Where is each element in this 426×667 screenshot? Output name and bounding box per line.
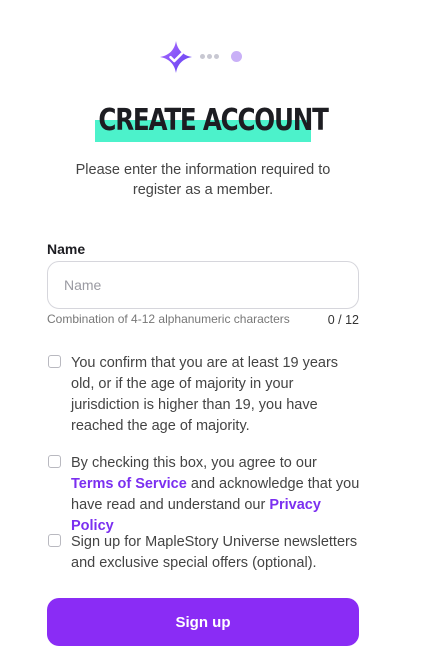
newsletter-consent-checkbox[interactable] <box>48 534 61 547</box>
terms-consent-text: By checking this box, you agree to our T… <box>71 453 361 537</box>
age-consent-row: You confirm that you are at least 19 yea… <box>47 353 359 437</box>
terms-of-service-link[interactable]: Terms of Service <box>71 476 187 492</box>
sign-up-button[interactable]: Sign up <box>47 598 359 646</box>
terms-text-pre: By checking this box, you agree to our <box>71 455 317 471</box>
name-char-counter: 0 / 12 <box>327 313 359 327</box>
terms-consent-checkbox[interactable] <box>48 455 61 468</box>
step-connector-dots <box>200 54 220 60</box>
age-consent-text: You confirm that you are at least 19 yea… <box>71 355 339 434</box>
newsletter-consent-row: Sign up for MapleStory Universe newslett… <box>47 532 359 576</box>
next-step-dot <box>231 51 242 62</box>
name-label: Name <box>47 241 86 257</box>
age-consent-checkbox[interactable] <box>48 355 61 368</box>
step-progress <box>0 40 426 74</box>
page-title: CREATE ACCOUNT <box>98 103 328 138</box>
terms-consent-row: By checking this box, you agree to our T… <box>47 453 359 534</box>
name-input[interactable] <box>47 261 359 309</box>
name-hint: Combination of 4-12 alphanumeric charact… <box>47 312 290 326</box>
star-check-icon <box>160 41 192 73</box>
page-title-block: CREATE ACCOUNT <box>0 102 426 148</box>
newsletter-consent-text: Sign up for MapleStory Universe newslett… <box>71 534 358 571</box>
page-subtitle: Please enter the information required to… <box>75 162 331 198</box>
